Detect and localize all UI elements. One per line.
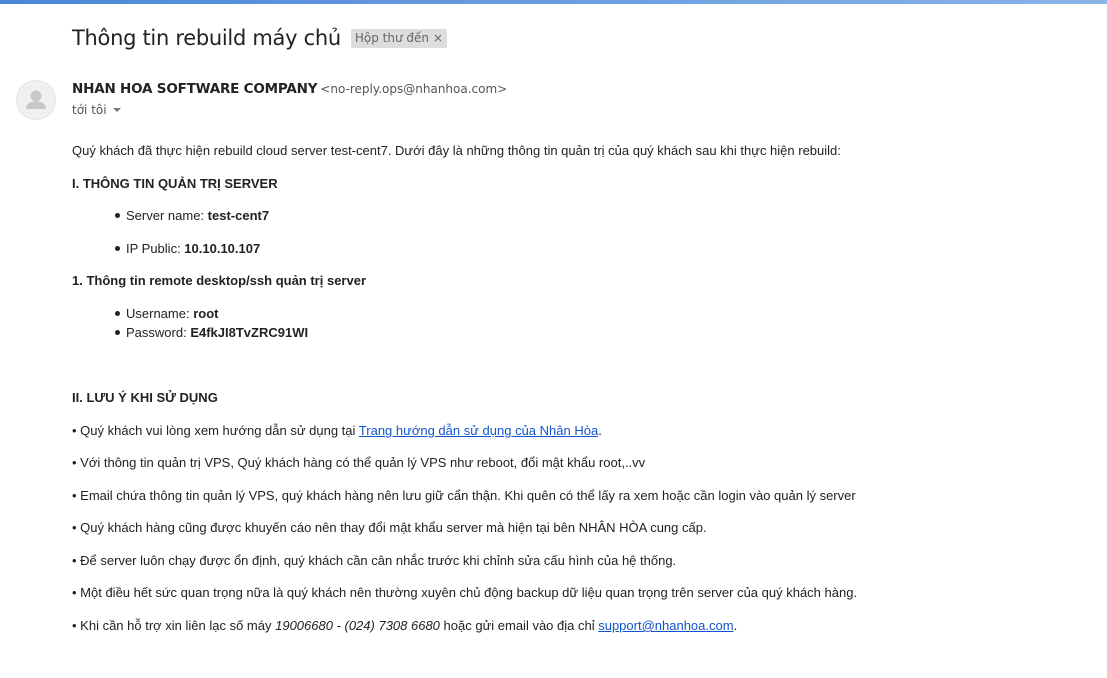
ip-label: IP Public: [126, 241, 185, 256]
top-accent-bar [0, 0, 1107, 4]
guide-link[interactable]: Trang hướng dẫn sử dụng của Nhân Hòa [359, 423, 598, 438]
note-1: • Quý khách vui lòng xem hướng dẫn sử dụ… [72, 423, 602, 438]
support-phone: 19006680 - (024) 7308 6680 [275, 618, 440, 633]
support-email-link[interactable]: support@nhanhoa.com [598, 618, 733, 633]
password-label: Password: [126, 325, 191, 340]
username-value: root [193, 306, 219, 321]
bullet-dot-icon [115, 330, 120, 335]
note-7: • Khi cần hỗ trợ xin liên lạc số máy 190… [72, 618, 737, 633]
bullet-dot-icon [115, 246, 120, 251]
list-item-ip: IP Public: 10.10.10.107 [115, 241, 260, 256]
password-value: E4fkJI8TvZRC91WI [190, 325, 309, 340]
sender-email: <no-reply.ops@nhanhoa.com> [320, 82, 508, 96]
note-5: • Để server luôn chạy được ổn định, quý … [72, 553, 677, 568]
remote-heading: 1. Thông tin remote desktop/ssh quản trị… [72, 273, 367, 288]
list-item-server-name: Server name: test-cent7 [115, 208, 269, 223]
bullet-dot-icon [115, 213, 120, 218]
bullet-dot-icon [115, 311, 120, 316]
server-name-label: Server name: [126, 208, 208, 223]
server-name-value: test-cent7 [207, 208, 270, 223]
note-2: • Với thông tin quản trị VPS, Quý khách … [72, 455, 646, 470]
email-subject: Thông tin rebuild máy chủ [72, 26, 341, 50]
recipient-text: tới tôi [72, 103, 107, 117]
sender-name[interactable]: NHAN HOA SOFTWARE COMPANY [72, 81, 317, 97]
chevron-down-icon[interactable] [112, 108, 121, 112]
note7-suffix: . [733, 618, 738, 633]
note1-prefix: • Quý khách vui lòng xem hướng dẫn sử dụ… [72, 423, 359, 438]
sender-row: NHAN HOA SOFTWARE COMPANY <no-reply.ops@… [72, 81, 507, 97]
note-4: • Quý khách hàng cũng được khuyến cáo nê… [72, 520, 707, 535]
list-item-username: Username: root [115, 306, 218, 321]
subject-row: Thông tin rebuild máy chủ Hộp thư đến × [72, 23, 448, 53]
note-3: • Email chứa thông tin quản lý VPS, quý … [72, 488, 856, 503]
ip-value: 10.10.10.107 [184, 241, 261, 256]
inbox-label-text: Hộp thư đến [354, 31, 429, 45]
note7-prefix: • Khi cần hỗ trợ xin liên lạc số máy [72, 618, 276, 633]
note-6: • Một điều hết sức quan trọng nữa là quý… [72, 585, 858, 600]
remove-label-icon[interactable]: × [433, 31, 443, 45]
note7-middle: hoặc gửi email vào địa chỉ [439, 618, 599, 633]
username-label: Username: [126, 306, 194, 321]
section1-heading: I. THÔNG TIN QUẢN TRỊ SERVER [72, 176, 278, 191]
note1-suffix: . [598, 423, 602, 438]
sender-avatar-icon[interactable] [16, 80, 56, 120]
section2-heading: II. LƯU Ý KHI SỬ DỤNG [72, 390, 218, 405]
intro-text: Quý khách đã thực hiện rebuild cloud ser… [72, 143, 841, 158]
recipient-row[interactable]: tới tôi [72, 103, 121, 117]
inbox-label-chip[interactable]: Hộp thư đến × [350, 28, 448, 48]
list-item-password: Password: E4fkJI8TvZRC91WI [115, 325, 308, 340]
